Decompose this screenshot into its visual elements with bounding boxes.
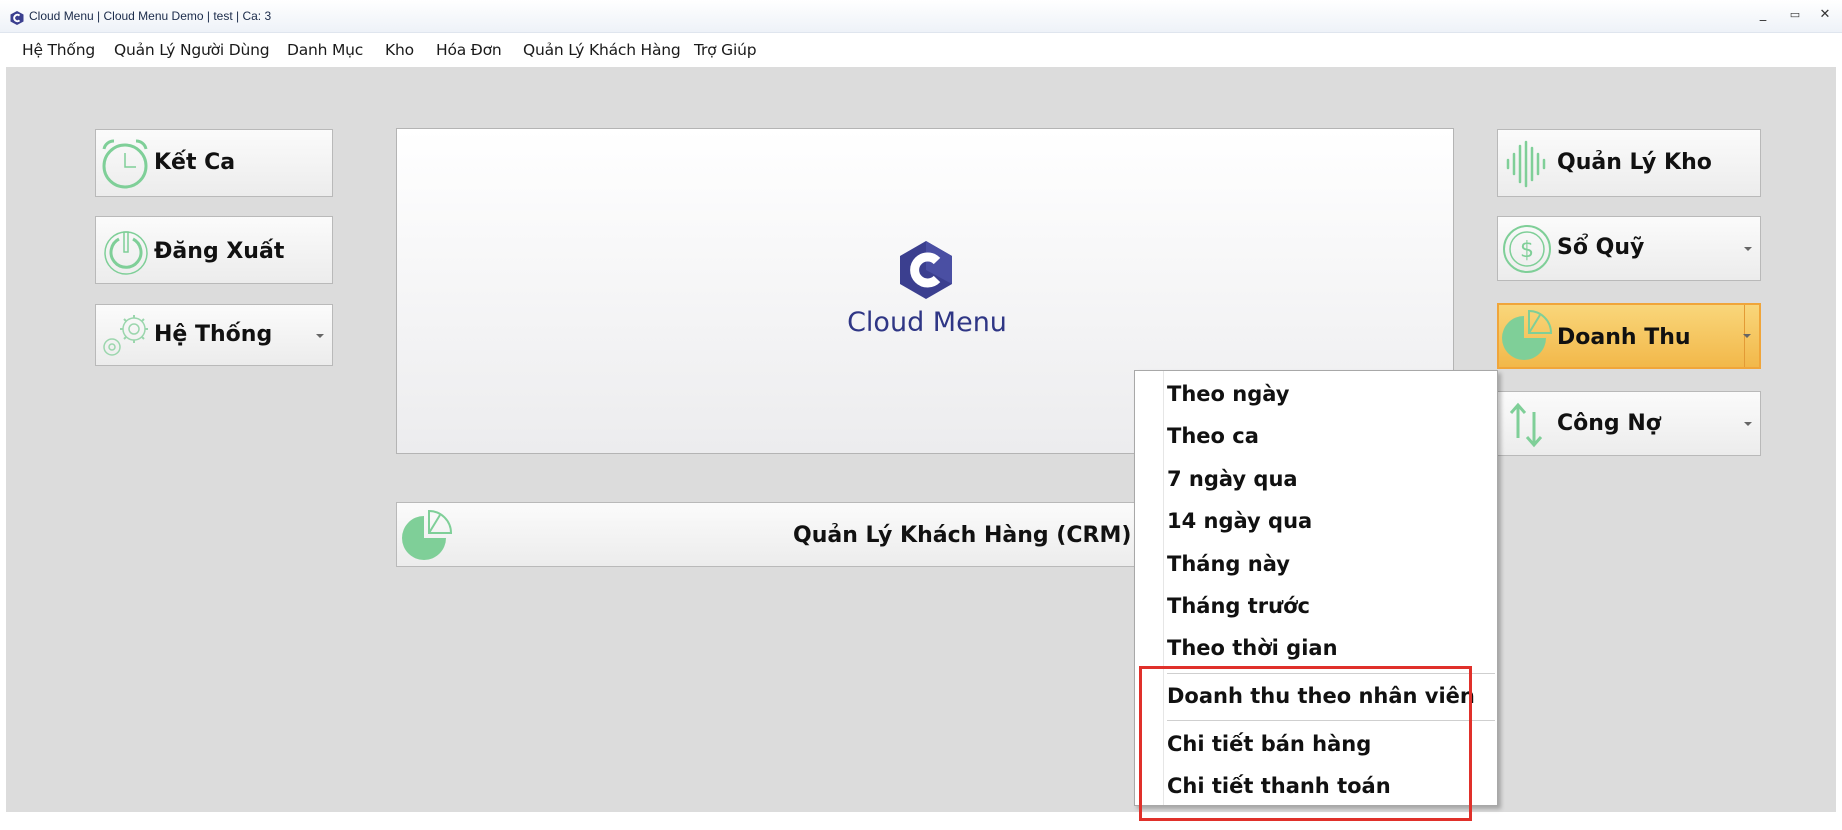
close-button[interactable]: ✕ bbox=[1814, 6, 1836, 24]
highlight-annotation-box bbox=[1139, 666, 1472, 821]
menu-item-thang-truoc[interactable]: Tháng trước bbox=[1167, 594, 1310, 618]
ket-ca-button[interactable]: Kết Ca bbox=[95, 129, 333, 197]
svg-text:$: $ bbox=[1520, 238, 1534, 263]
gears-icon bbox=[103, 315, 148, 356]
menu-he-thong[interactable]: Hệ Thống bbox=[22, 41, 95, 59]
so-quy-button[interactable]: $ Sổ Quỹ bbox=[1497, 216, 1761, 281]
menu-quan-ly-nguoi-dung[interactable]: Quản Lý Người Dùng bbox=[114, 41, 270, 59]
menu-hoa-don[interactable]: Hóa Đơn bbox=[436, 41, 502, 59]
menu-item-theo-thoi-gian[interactable]: Theo thời gian bbox=[1167, 636, 1338, 660]
pie-chart-icon bbox=[1502, 309, 1553, 360]
ket-ca-label: Kết Ca bbox=[154, 150, 236, 175]
power-icon bbox=[104, 231, 148, 275]
restore-button[interactable]: ▭ bbox=[1784, 6, 1806, 24]
menu-item-thang-nay[interactable]: Tháng này bbox=[1167, 552, 1290, 576]
menu-kho[interactable]: Kho bbox=[385, 41, 414, 59]
minimize-button[interactable]: _ bbox=[1752, 6, 1774, 24]
menu-item-14-ngay-qua[interactable]: 14 ngày qua bbox=[1167, 509, 1312, 533]
dang-xuat-button[interactable]: Đăng Xuất bbox=[95, 216, 333, 284]
chevron-down-icon[interactable] bbox=[1744, 247, 1752, 251]
menu-danh-muc[interactable]: Danh Mục bbox=[287, 41, 363, 59]
chevron-down-icon[interactable] bbox=[1743, 334, 1751, 338]
doanh-thu-label: Doanh Thu bbox=[1557, 325, 1691, 350]
chevron-down-icon[interactable] bbox=[1744, 422, 1752, 426]
menu-item-7-ngay-qua[interactable]: 7 ngày qua bbox=[1167, 467, 1298, 491]
cong-no-button[interactable]: Công Nợ bbox=[1497, 391, 1761, 456]
crm-label: Quản Lý Khách Hàng (CRM) bbox=[793, 523, 1132, 548]
alarm-clock-icon bbox=[102, 139, 148, 189]
doanh-thu-button[interactable]: Doanh Thu bbox=[1497, 303, 1761, 369]
he-thong-button[interactable]: Hệ Thống bbox=[95, 304, 333, 366]
title-bar: Cloud Menu | Cloud Menu Demo | test | Ca… bbox=[0, 0, 1842, 33]
cloud-menu-logo-icon bbox=[900, 241, 952, 299]
menu-item-theo-ca[interactable]: Theo ca bbox=[1167, 424, 1259, 448]
crm-button[interactable]: Quản Lý Khách Hàng (CRM) bbox=[396, 502, 1191, 567]
menu-tro-giup[interactable]: Trợ Giúp bbox=[694, 41, 757, 59]
menu-item-theo-ngay[interactable]: Theo ngày bbox=[1167, 382, 1289, 406]
cong-no-label: Công Nợ bbox=[1557, 411, 1661, 436]
so-quy-label: Sổ Quỹ bbox=[1557, 235, 1645, 260]
window-title: Cloud Menu | Cloud Menu Demo | test | Ca… bbox=[29, 9, 272, 23]
app-logo-icon bbox=[10, 11, 24, 25]
dang-xuat-label: Đăng Xuất bbox=[154, 239, 285, 264]
pie-chart-icon bbox=[402, 509, 453, 560]
menu-quan-ly-khach-hang[interactable]: Quản Lý Khách Hàng bbox=[523, 41, 681, 59]
chevron-down-icon[interactable] bbox=[316, 334, 324, 338]
coin-icon: $ bbox=[1503, 225, 1551, 273]
quan-ly-kho-button[interactable]: Quản Lý Kho bbox=[1497, 129, 1761, 197]
up-down-arrows-icon bbox=[1509, 402, 1543, 448]
quan-ly-kho-label: Quản Lý Kho bbox=[1557, 150, 1712, 175]
logo-text: Cloud Menu bbox=[847, 307, 1007, 338]
he-thong-label: Hệ Thống bbox=[154, 322, 273, 347]
menu-bar: Hệ Thống Quản Lý Người Dùng Danh Mục Kho… bbox=[0, 33, 1842, 67]
sound-bars-icon bbox=[1506, 140, 1546, 188]
